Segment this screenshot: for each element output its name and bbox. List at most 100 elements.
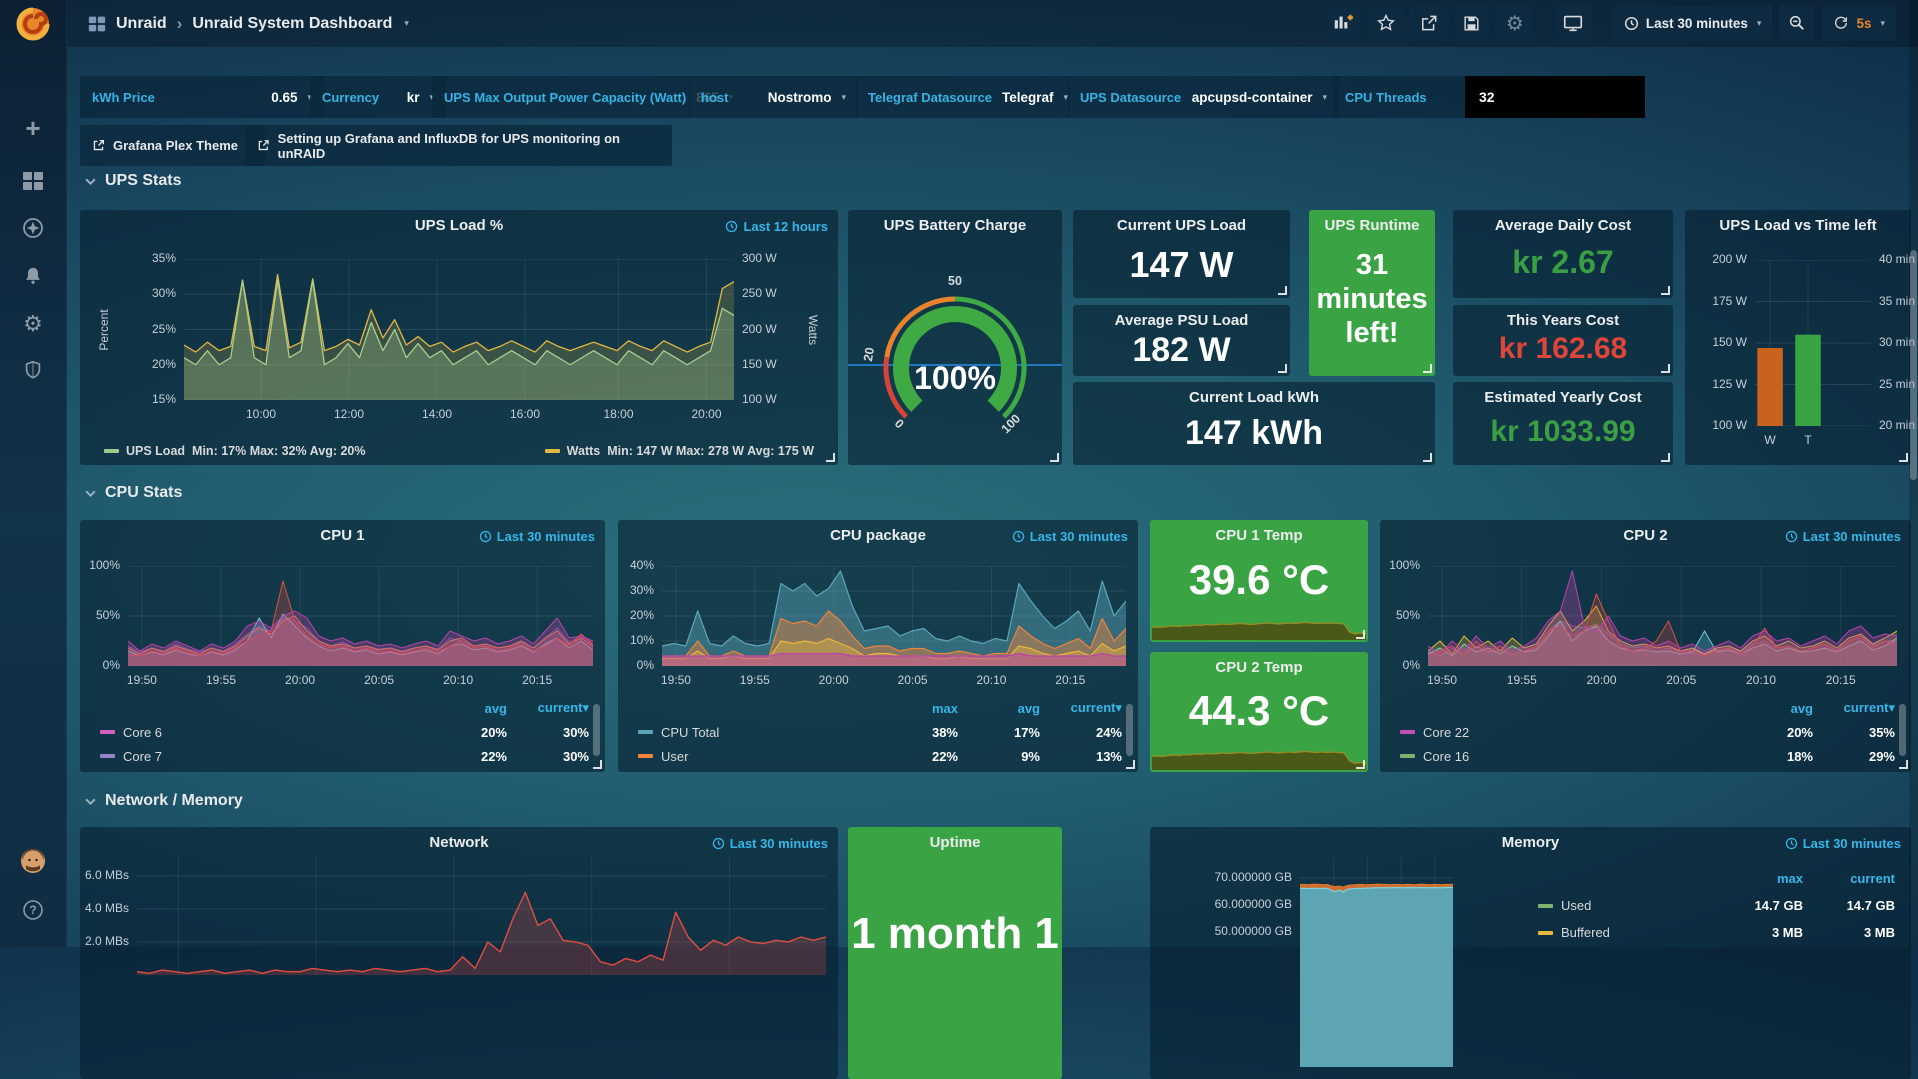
user-avatar[interactable] <box>0 846 66 876</box>
panel-cpu2-temp: CPU 2 Temp 44.3 °C <box>1150 652 1368 772</box>
panel-time-range[interactable]: Last 12 hours <box>725 219 828 234</box>
help-icon[interactable]: ? <box>0 895 66 925</box>
var-kwh-price[interactable]: kWh Price 0.65▾ <box>80 76 324 118</box>
dashboard-dropdown-caret[interactable]: ▾ <box>404 18 409 29</box>
panel-cpu1-temp: CPU 1 Temp 39.6 °C <box>1150 520 1368 642</box>
legend-scrollbar[interactable] <box>1126 704 1133 756</box>
stat-title[interactable]: Average Daily Cost <box>1453 217 1673 234</box>
stat-title[interactable]: Average PSU Load <box>1073 312 1290 329</box>
top-navbar: Unraid › Unraid System Dashboard ▾ ⚙ Las… <box>66 0 1918 47</box>
resize-handle[interactable] <box>1423 453 1432 462</box>
refresh-icon <box>1833 15 1849 31</box>
resize-handle[interactable] <box>1899 453 1908 462</box>
resize-handle[interactable] <box>1126 760 1135 769</box>
var-ups-datasource[interactable]: UPS Datasource apcupsd-container▾ <box>1068 76 1339 118</box>
tv-cycle-button[interactable] <box>1555 5 1591 41</box>
panel-time-range[interactable]: Last 30 minutes <box>1785 836 1901 851</box>
panel-title[interactable]: UPS Battery Charge <box>848 217 1062 234</box>
page-scrollbar[interactable] <box>1909 0 1918 947</box>
link-ups-monitoring-guide[interactable]: Setting up Grafana and InfluxDB for UPS … <box>245 125 672 166</box>
refresh-interval: 5s <box>1856 16 1871 31</box>
stat-title[interactable]: Uptime <box>848 834 1062 851</box>
create-plus-icon[interactable]: + <box>0 113 66 143</box>
battery-gauge[interactable]: 02050100 <box>848 210 1062 465</box>
var-telegraf-datasource[interactable]: Telegraf Datasource Telegraf▾ <box>856 76 1070 118</box>
stat-title[interactable]: This Years Cost <box>1453 312 1673 329</box>
explore-compass-icon[interactable] <box>0 213 66 243</box>
resize-handle[interactable] <box>1899 760 1908 769</box>
breadcrumb-folder[interactable]: Unraid <box>116 15 167 33</box>
resize-handle[interactable] <box>1050 453 1059 462</box>
resize-handle[interactable] <box>1661 286 1670 295</box>
resize-handle[interactable] <box>826 453 835 462</box>
resize-handle[interactable] <box>1661 453 1670 462</box>
zoom-out-button[interactable] <box>1779 5 1815 41</box>
section-ups-stats[interactable]: UPS Stats <box>84 172 181 190</box>
panel-title[interactable]: UPS Load vs Time left <box>1685 217 1911 234</box>
external-link-icon <box>92 139 105 152</box>
chart-legend[interactable]: maxavgcurrent▾CPU Total38%17%24%User22%9… <box>638 696 1122 768</box>
stat-title[interactable]: CPU 2 Temp <box>1150 659 1368 676</box>
stat-title[interactable]: Current Load kWh <box>1073 389 1435 406</box>
breadcrumb-separator: › <box>177 14 183 34</box>
add-panel-button[interactable] <box>1325 5 1361 41</box>
legend-scrollbar[interactable] <box>593 704 600 756</box>
share-button[interactable] <box>1411 5 1447 41</box>
stat-value: 31 minutes left! <box>1309 248 1435 351</box>
settings-gear-button[interactable]: ⚙ <box>1497 5 1533 41</box>
resize-handle[interactable] <box>1661 364 1670 373</box>
panel-time-range[interactable]: Last 30 minutes <box>712 836 828 851</box>
chart-legend[interactable]: maxcurrentUsed14.7 GB14.7 GBBuffered3 MB… <box>1538 865 1895 946</box>
var-ups-max-output[interactable]: UPS Max Output Power Capacity (Watt) 865… <box>432 76 691 118</box>
configuration-gear-icon[interactable]: ⚙ <box>0 309 66 339</box>
chart-legend[interactable]: avgcurrent▾Core 620%30%Core 722%30% <box>100 696 589 768</box>
chart-legend[interactable]: UPS LoadMin: 17% Max: 32% Avg: 20%WattsM… <box>104 444 814 458</box>
dashboards-grid-icon[interactable] <box>0 166 66 196</box>
panel-title[interactable]: UPS Load % <box>80 217 838 234</box>
ups-load-vs-time-chart[interactable]: 200 W175 W150 W125 W100 W40 min35 min30 … <box>1685 210 1911 465</box>
link-grafana-plex-theme[interactable]: Grafana Plex Theme <box>80 125 265 166</box>
stat-title[interactable]: Current UPS Load <box>1073 217 1290 234</box>
external-link-icon <box>257 139 270 152</box>
resize-handle[interactable] <box>593 760 602 769</box>
breadcrumb: Unraid › Unraid System Dashboard ▾ <box>88 14 409 34</box>
stat-value: kr 1033.99 <box>1453 416 1673 448</box>
panel-time-range[interactable]: Last 30 minutes <box>1785 529 1901 544</box>
refresh-picker[interactable]: 5s ▾ <box>1822 5 1896 41</box>
save-button[interactable] <box>1454 5 1490 41</box>
star-button[interactable] <box>1368 5 1404 41</box>
clock-icon <box>1624 16 1639 31</box>
time-range-picker[interactable]: Last 30 minutes ▾ <box>1613 5 1773 41</box>
ups-load-chart[interactable]: 35%30%25%20%15%Percent300 W250 W200 W150… <box>80 210 838 465</box>
scrollbar-thumb[interactable] <box>1910 250 1917 480</box>
panel-cpu1: CPU 1 Last 30 minutes 100%50%0%19:5019:5… <box>80 520 605 772</box>
stat-title[interactable]: CPU 1 Temp <box>1150 527 1368 544</box>
panel-time-range[interactable]: Last 30 minutes <box>1012 529 1128 544</box>
legend-scrollbar[interactable] <box>1899 704 1906 756</box>
resize-handle[interactable] <box>1278 364 1287 373</box>
section-cpu-stats[interactable]: CPU Stats <box>84 484 182 502</box>
resize-handle[interactable] <box>1423 364 1432 373</box>
panel-time-range[interactable]: Last 30 minutes <box>479 529 595 544</box>
network-chart[interactable]: 6.0 MBs4.0 MBs2.0 MBs <box>80 827 838 1079</box>
alerting-bell-icon[interactable] <box>0 261 66 291</box>
chevron-down-icon <box>84 487 97 500</box>
server-admin-shield-icon[interactable] <box>0 355 66 385</box>
dashboard-title[interactable]: Unraid System Dashboard <box>192 15 392 33</box>
sidebar: + ⚙ ? <box>0 0 67 947</box>
resize-handle[interactable] <box>1278 286 1287 295</box>
panel-cpu2: CPU 2 Last 30 minutes 100%50%0%19:5019:5… <box>1380 520 1911 772</box>
var-host[interactable]: host Nostromo▾ <box>689 76 858 118</box>
grafana-logo-icon[interactable] <box>13 4 53 44</box>
cpu-threads-input[interactable] <box>1465 76 1645 118</box>
section-network-memory[interactable]: Network / Memory <box>84 792 243 810</box>
stat-title[interactable]: UPS Runtime <box>1309 217 1435 234</box>
resize-handle[interactable] <box>1356 760 1365 769</box>
stat-title[interactable]: Estimated Yearly Cost <box>1453 389 1673 406</box>
panel-memory: Memory Last 30 minutes 70.000000 GB60.00… <box>1150 827 1911 1079</box>
resize-handle[interactable] <box>1356 630 1365 639</box>
panel-ups-load: UPS Load % Last 12 hours 35%30%25%20%15%… <box>80 210 838 465</box>
var-currency[interactable]: Currency kr▾ <box>310 76 446 118</box>
panel-ups-load-vs-time-left: UPS Load vs Time left 200 W175 W150 W125… <box>1685 210 1911 465</box>
chart-legend[interactable]: avgcurrent▾Core 2220%35%Core 1618%29% <box>1400 696 1895 768</box>
